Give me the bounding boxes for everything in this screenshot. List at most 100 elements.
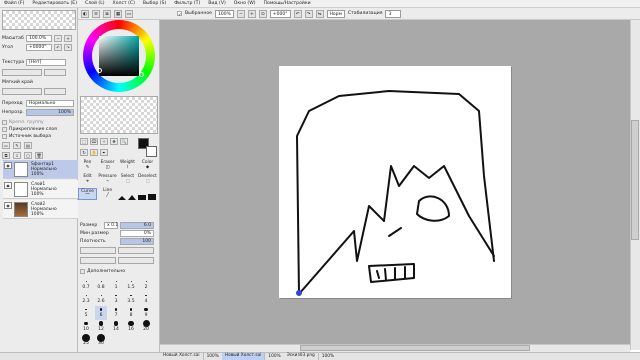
brush-size-preset[interactable]: 14: [110, 320, 122, 334]
tool-deselect[interactable]: Deselect ⬚: [138, 174, 157, 186]
new-folder-icon[interactable]: ▤: [24, 141, 32, 149]
brush-shape-icon[interactable]: [138, 195, 146, 200]
brush-size-preset[interactable]: 2: [140, 278, 152, 292]
brush-size-preset[interactable]: 3: [110, 292, 122, 306]
rgb-slider-toggle-icon[interactable]: ≡: [92, 9, 100, 18]
selected-checkbox[interactable]: ✓: [177, 11, 182, 18]
clipping-checkbox[interactable]: [2, 126, 7, 132]
eyedropper-icon[interactable]: ✒: [100, 149, 108, 156]
tool-curve[interactable]: Curve ⌒: [78, 188, 97, 200]
menu-select[interactable]: Выбор (S): [143, 1, 166, 6]
brush-shape-icon[interactable]: [128, 195, 136, 200]
hsv-slider-toggle-icon[interactable]: ≣: [103, 9, 111, 18]
brush-size-preset[interactable]: 10: [80, 320, 92, 334]
tool-eraser[interactable]: Eraser ◫: [98, 160, 117, 172]
zoom-tool-icon[interactable]: 🔍: [120, 138, 128, 145]
zoom-out-button[interactable]: −: [54, 34, 62, 42]
brush-size-preset[interactable]: 16: [125, 320, 137, 334]
document-tab[interactable]: Новый Холст.sai: [160, 353, 204, 360]
zoom-reset-icon[interactable]: ⊙: [258, 9, 267, 18]
brush-size-preset[interactable]: 6: [95, 306, 107, 320]
copy-layer-icon[interactable]: ⧉: [2, 151, 10, 159]
menu-filter[interactable]: Фильтр (T): [174, 1, 200, 6]
hue-marker[interactable]: [139, 72, 144, 77]
brush-size-preset[interactable]: 2.6: [95, 292, 107, 306]
scratchpad-toggle-icon[interactable]: ▭: [125, 9, 133, 18]
tool-select[interactable]: Select ⬚: [118, 174, 137, 186]
selection-source-row[interactable]: Источник выбора: [2, 132, 51, 140]
color-wheel-toggle-icon[interactable]: ◐: [81, 9, 89, 18]
selection-source-checkbox[interactable]: [2, 133, 7, 139]
swatch-toggle-icon[interactable]: ▦: [114, 9, 122, 18]
brush-size-multiplier[interactable]: x 0.1: [104, 221, 118, 229]
color-picker-marker[interactable]: [97, 68, 102, 73]
stabilizer-select[interactable]: 3: [385, 9, 402, 18]
layer-item[interactable]: ◉ Слой2 Нормально 100%: [3, 200, 78, 219]
eye-icon[interactable]: ◉: [4, 162, 12, 169]
delete-layer-icon[interactable]: 🗑: [35, 151, 43, 159]
opacity-slider[interactable]: 100%: [26, 108, 74, 116]
flip-icon[interactable]: ⇋: [315, 9, 324, 18]
brush-shape-icon[interactable]: [148, 194, 156, 200]
brush-size-slider[interactable]: 6.0: [120, 221, 154, 229]
zoom-out-icon[interactable]: −: [236, 9, 245, 18]
rotation-select[interactable]: +000°: [269, 9, 291, 18]
texture-select[interactable]: [Нет]: [26, 58, 66, 66]
zoom-in-icon[interactable]: +: [247, 9, 256, 18]
tool-pen[interactable]: Pen ✎: [78, 160, 97, 172]
magic-wand-icon[interactable]: ✧: [100, 138, 108, 145]
brush-shape-icon[interactable]: [118, 196, 126, 200]
advanced-row[interactable]: Дополнительно: [80, 267, 125, 275]
blend-mode-select[interactable]: Нормально: [26, 99, 74, 107]
clear-layer-icon[interactable]: ◻: [24, 151, 32, 159]
navigator-preview[interactable]: [2, 10, 76, 30]
eye-icon[interactable]: ◉: [4, 202, 12, 209]
eye-icon[interactable]: ◉: [4, 182, 12, 189]
drawing-canvas[interactable]: [279, 66, 511, 298]
saturation-value-square[interactable]: [99, 36, 139, 76]
tool-color[interactable]: Color ◆: [138, 160, 157, 172]
vertical-scroll-thumb[interactable]: [631, 120, 639, 240]
zoom-select[interactable]: 100%: [215, 9, 234, 18]
menu-window[interactable]: Окно (W): [234, 1, 256, 6]
brush-size-preset[interactable]: 25: [80, 333, 92, 348]
advanced-checkbox[interactable]: [80, 268, 85, 274]
clip-group-checkbox[interactable]: [2, 119, 7, 125]
brush-size-preset[interactable]: 12: [95, 320, 107, 334]
brush-size-preset[interactable]: 1: [110, 278, 122, 292]
brush-size-preset[interactable]: 30: [95, 333, 107, 348]
hand-tool-icon[interactable]: ✋: [90, 149, 98, 156]
brush-size-preset[interactable]: 4: [140, 292, 152, 306]
brush-size-preset[interactable]: 1.5: [125, 278, 137, 292]
selection-tool-icon[interactable]: ⬚: [80, 138, 88, 145]
brush-size-preset[interactable]: 20: [140, 320, 152, 334]
menu-help[interactable]: Помощь/Настройки: [264, 1, 311, 6]
brush-size-preset[interactable]: 0.8: [95, 278, 107, 292]
lasso-tool-icon[interactable]: ↀ: [90, 138, 98, 145]
menu-edit[interactable]: Редактировать (E): [32, 1, 77, 6]
rotate-tool-icon[interactable]: ↻: [80, 149, 88, 156]
brush-size-preset[interactable]: 3.5: [125, 292, 137, 306]
move-tool-icon[interactable]: ✥: [110, 138, 118, 145]
rotate-right-icon[interactable]: ↷: [304, 9, 313, 18]
menu-canvas[interactable]: Холст (C): [113, 1, 135, 6]
new-vector-layer-icon[interactable]: ✎: [13, 141, 21, 149]
zoom-in-button[interactable]: +: [64, 34, 72, 42]
angle-field[interactable]: +0000°: [26, 43, 52, 51]
brush-size-preset[interactable]: 0.7: [80, 278, 92, 292]
tool-weight[interactable]: Weight ⌇: [118, 160, 137, 172]
brush-size-preset[interactable]: 8: [125, 306, 137, 320]
brush-size-preset[interactable]: 7: [110, 306, 122, 320]
rotate-left-icon[interactable]: ↶: [293, 9, 302, 18]
brush-size-preset[interactable]: 5: [80, 306, 92, 320]
tool-line[interactable]: Line ╱: [98, 188, 117, 200]
mode-select[interactable]: Норм: [326, 9, 345, 18]
horizontal-scroll-thumb[interactable]: [300, 345, 530, 351]
rotate-right-button[interactable]: ↷: [64, 43, 72, 51]
density-slider[interactable]: 100: [120, 237, 154, 245]
layer-item[interactable]: ◉ Ѕфонтар1 Нормально 100%: [3, 160, 78, 179]
brush-size-preset[interactable]: 9: [140, 306, 152, 320]
merge-down-icon[interactable]: ⇩: [13, 151, 21, 159]
secondary-color-swatch[interactable]: [146, 146, 157, 157]
tool-edit[interactable]: Edit ⌖: [78, 174, 97, 186]
